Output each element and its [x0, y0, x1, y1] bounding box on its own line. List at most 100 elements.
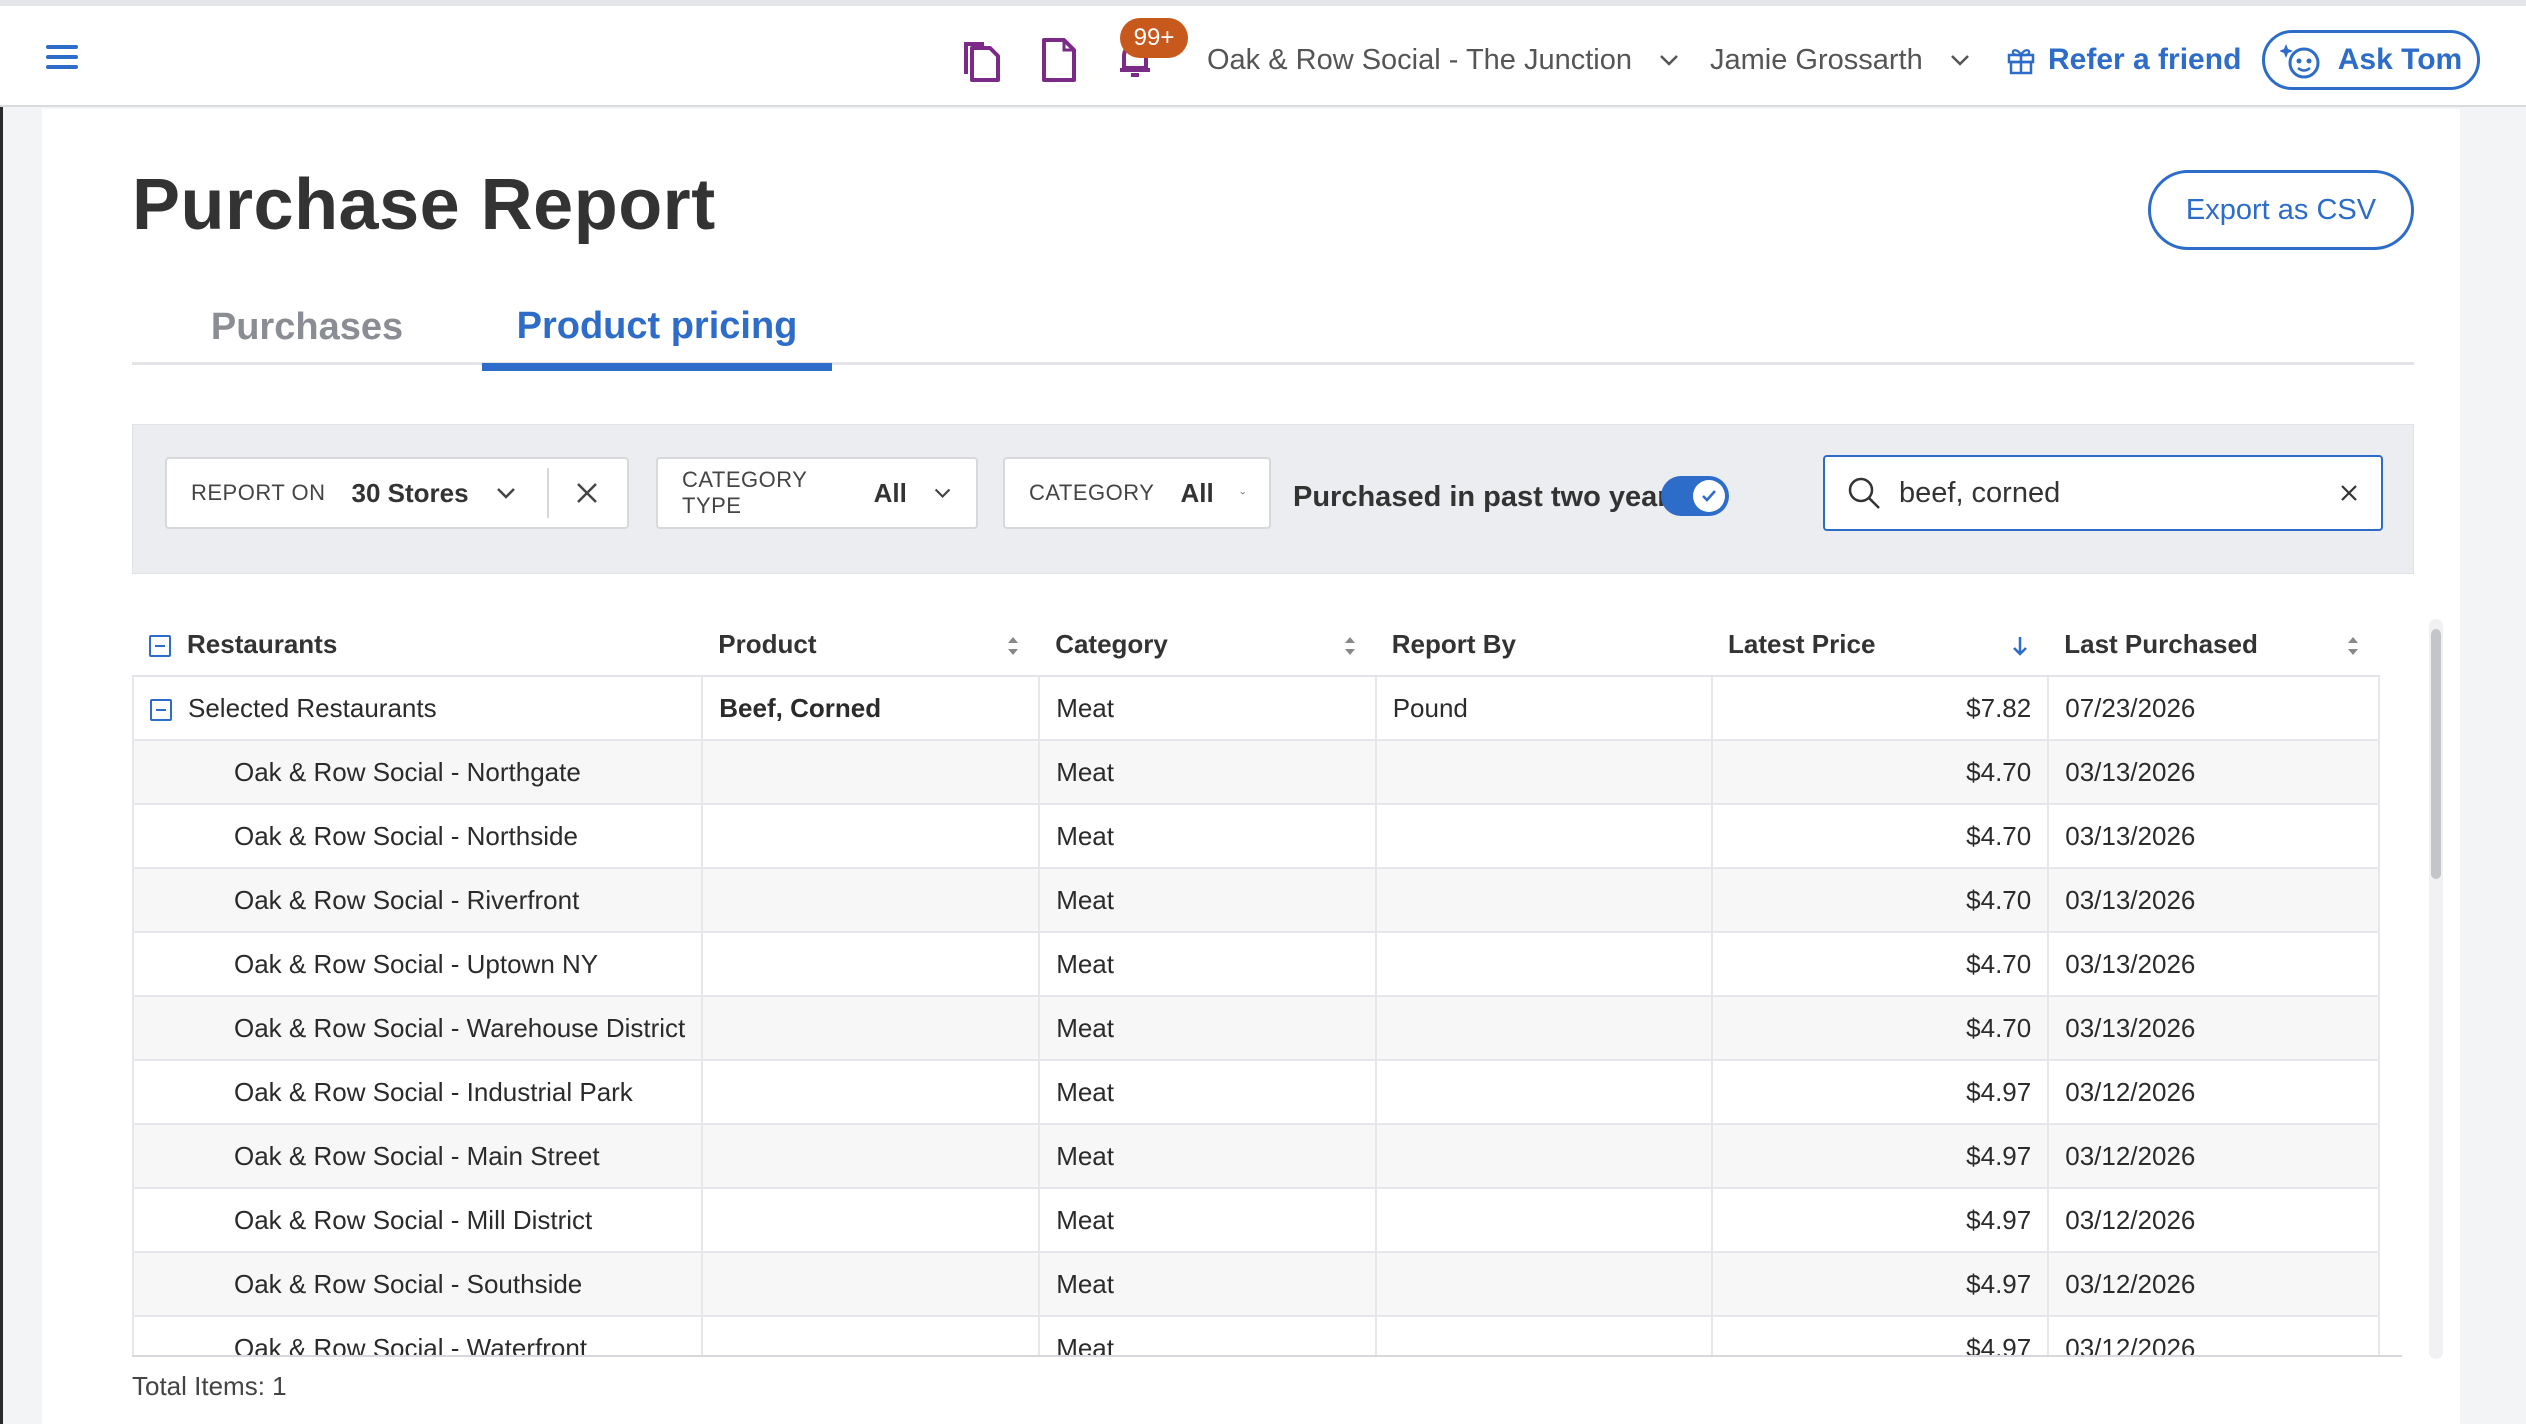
tab-product-pricing[interactable]: Product pricing: [482, 289, 832, 371]
report-by-cell: [1375, 868, 1714, 933]
toggle-knob: [1693, 480, 1725, 512]
sort-icon[interactable]: [1005, 634, 1021, 658]
clear-icon[interactable]: [575, 481, 599, 505]
category-cell: Meat: [1039, 932, 1377, 997]
gift-icon: [2007, 49, 2035, 75]
restaurant-cell: Oak & Row Social - Southside: [132, 1252, 704, 1317]
table-row[interactable]: Oak & Row Social - Warehouse District Mea…: [132, 996, 2380, 1061]
restaurant-cell: Oak & Row Social - Riverfront: [132, 868, 704, 933]
search-icon: [1848, 477, 1880, 509]
menu-icon[interactable]: [42, 41, 82, 75]
category-cell: Meat: [1039, 996, 1377, 1061]
table-scrollbar[interactable]: [2429, 619, 2443, 1359]
restaurant-cell: Oak & Row Social - Main Street: [132, 1124, 704, 1189]
category-cell: Meat: [1039, 1188, 1377, 1253]
column-header-product[interactable]: Product: [702, 614, 1040, 677]
assistant-bot-icon: [2279, 44, 2320, 79]
category-type-filter[interactable]: CATEGORY TYPE All: [656, 457, 978, 529]
column-header-restaurants[interactable]: Restaurants: [133, 614, 703, 677]
collapse-all-icon[interactable]: [149, 635, 171, 658]
report-by-cell: [1375, 1060, 1714, 1125]
product-cell: [702, 868, 1041, 933]
table-row[interactable]: Oak & Row Social - Riverfront Meat $4.70 03…: [132, 868, 2380, 933]
category-type-value: All: [873, 477, 907, 508]
category-cell: Meat: [1039, 804, 1377, 869]
clear-search-icon[interactable]: [2339, 483, 2359, 503]
product-cell: [702, 804, 1041, 869]
pricing-table: Restaurants Product Category Report By L…: [132, 614, 2402, 1357]
search-input[interactable]: [1899, 476, 2339, 510]
total-items: Total Items: 1: [132, 1371, 287, 1401]
purchased-toggle-label: Purchased in past two years: [1293, 481, 1685, 513]
user-selector[interactable]: Jamie Grossarth: [1710, 38, 1971, 82]
user-name: Jamie Grossarth: [1710, 43, 1923, 76]
export-csv-button[interactable]: Export as CSV: [2148, 170, 2414, 250]
table-row[interactable]: Oak & Row Social - Main Street Meat $4.97 0…: [132, 1124, 2380, 1189]
copy-documents-icon[interactable]: [958, 36, 1002, 84]
restaurant-cell: Oak & Row Social - Warehouse District: [132, 996, 704, 1061]
refer-label: Refer a friend: [2048, 43, 2242, 76]
sort-descending-icon[interactable]: [2010, 634, 2030, 658]
report-tabs: Purchases Product pricing: [132, 289, 2414, 371]
price-cell: $4.70: [1712, 804, 2050, 869]
column-header-category[interactable]: Category: [1039, 614, 1376, 677]
ask-tom-label: Ask Tom: [2337, 43, 2463, 76]
group-last-purchased-cell: 07/23/2026: [2048, 676, 2380, 741]
group-product-cell: Beef, Corned: [702, 676, 1041, 741]
chevron-down-icon: [934, 488, 951, 499]
report-by-cell: [1375, 1252, 1714, 1317]
chevron-down-icon: [496, 488, 515, 499]
report-on-filter[interactable]: REPORT ON 30 Stores: [165, 457, 629, 529]
group-restaurant-cell[interactable]: Selected Restaurants: [132, 676, 704, 741]
category-cell: Meat: [1039, 868, 1377, 933]
category-cell: Meat: [1039, 1252, 1377, 1317]
page-title: Purchase Report: [132, 165, 716, 245]
restaurant-cell: Oak & Row Social - Uptown NY: [132, 932, 704, 997]
store-selector[interactable]: Oak & Row Social - The Junction: [1207, 38, 1680, 82]
product-cell: [702, 1124, 1041, 1189]
refer-a-friend-link[interactable]: Refer a friend: [2006, 36, 2241, 84]
price-cell: $4.97: [1712, 1060, 2050, 1125]
report-by-cell: [1375, 996, 1714, 1061]
table-row[interactable]: Oak & Row Social - Uptown NY Meat $4.70 03/…: [132, 932, 2380, 997]
document-icon[interactable]: [1036, 36, 1080, 84]
table-row[interactable]: Oak & Row Social - Waterfront Meat $4.97 03…: [132, 1316, 2380, 1355]
product-cell: [702, 740, 1041, 805]
table-row[interactable]: Oak & Row Social - Mill District Meat $4.9…: [132, 1188, 2380, 1253]
category-cell: Meat: [1039, 1316, 1377, 1355]
purchased-toggle[interactable]: [1661, 476, 1729, 516]
report-on-value: 30 Stores: [351, 477, 469, 508]
table-row[interactable]: Oak & Row Social - Industrial Park Meat $4…: [132, 1060, 2380, 1125]
price-cell: $4.97: [1712, 1252, 2050, 1317]
product-cell: [702, 932, 1041, 997]
column-header-last-purchased[interactable]: Last Purchased: [2048, 614, 2379, 677]
column-header-latest-price[interactable]: Latest Price: [1712, 614, 2049, 677]
price-cell: $4.70: [1712, 740, 2050, 805]
category-filter[interactable]: CATEGORY All: [1003, 457, 1271, 529]
group-category-cell: Meat: [1039, 676, 1377, 741]
last-purchased-cell: 03/13/2026: [2048, 804, 2380, 869]
table-header-row: Restaurants Product Category Report By L…: [133, 614, 2379, 677]
notification-badge: 99+: [1120, 18, 1188, 58]
last-purchased-cell: 03/12/2026: [2048, 1124, 2380, 1189]
table-row[interactable]: Oak & Row Social - Southside Meat $4.97 03/…: [132, 1252, 2380, 1317]
column-header-report-by[interactable]: Report By: [1375, 614, 1712, 677]
report-by-cell: [1375, 804, 1714, 869]
ask-tom-button[interactable]: Ask Tom: [2262, 30, 2480, 90]
table-row[interactable]: Oak & Row Social - Northgate Meat $4.70 03/…: [132, 740, 2380, 805]
tab-purchases[interactable]: Purchases: [132, 289, 482, 365]
restaurant-cell: Oak & Row Social - Industrial Park: [132, 1060, 704, 1125]
report-by-cell: [1375, 740, 1714, 805]
check-icon: [1702, 490, 1716, 502]
table-row[interactable]: Oak & Row Social - Northside Meat $4.70 03/…: [132, 804, 2380, 869]
category-cell: Meat: [1039, 740, 1377, 805]
scrollbar-thumb[interactable]: [2431, 629, 2441, 879]
filter-divider: [546, 468, 549, 518]
restaurant-cell: Oak & Row Social - Waterfront: [132, 1316, 704, 1355]
sort-icon[interactable]: [1342, 634, 1358, 658]
sort-icon[interactable]: [2345, 634, 2361, 658]
collapse-group-icon[interactable]: [150, 698, 172, 721]
report-by-cell: [1375, 1316, 1714, 1355]
group-price-cell: $7.82: [1712, 676, 2050, 741]
chevron-down-icon: [1240, 491, 1245, 495]
